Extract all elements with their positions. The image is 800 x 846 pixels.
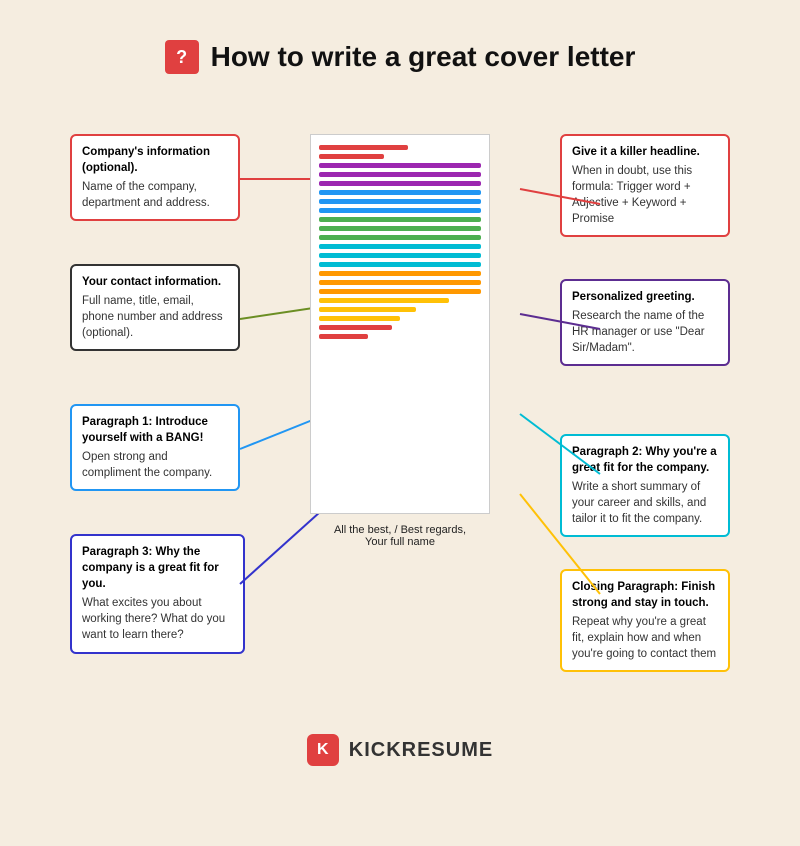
box-company-info: Company's information (optional). Name o… [70,134,240,221]
page-title: How to write a great cover letter [211,41,636,73]
kickresume-brand: KICKRESUME [349,739,493,762]
letter-document [310,134,490,514]
box-para2: Paragraph 2: Why you're a great fit for … [560,434,730,537]
box-para2-body: Write a short summary of your career and… [572,479,718,527]
box-greeting-body: Research the name of the HR manager or u… [572,308,718,356]
box-para3-body: What excites you about working there? Wh… [82,595,233,643]
letter-closing-text: All the best, / Best regards, Your full … [310,524,490,548]
box-closing: Closing Paragraph: Finish strong and sta… [560,569,730,672]
box-company-info-body: Name of the company, department and addr… [82,179,228,211]
box-para3-title: Paragraph 3: Why the company is a great … [82,544,233,592]
box-para2-title: Paragraph 2: Why you're a great fit for … [572,444,718,476]
footer: K KICKRESUME [40,734,760,776]
box-para1-title: Paragraph 1: Introduce yourself with a B… [82,414,228,446]
box-para3: Paragraph 3: Why the company is a great … [70,534,245,654]
title-icon: ? [165,40,199,74]
box-contact-info-body: Full name, title, email, phone number an… [82,293,228,341]
box-contact-info: Your contact information. Full name, tit… [70,264,240,351]
box-closing-body: Repeat why you're a great fit, explain h… [572,614,718,662]
box-headline-title: Give it a killer headline. [572,144,718,160]
box-company-info-title: Company's information (optional). [82,144,228,176]
title-area: ? How to write a great cover letter [40,40,760,74]
box-headline-body: When in doubt, use this formula: Trigger… [572,163,718,227]
kickresume-logo: K [307,734,339,766]
closing-line2: Your full name [310,536,490,548]
box-greeting: Personalized greeting. Research the name… [560,279,730,366]
box-para1-body: Open strong and compliment the company. [82,449,228,481]
box-headline: Give it a killer headline. When in doubt… [560,134,730,237]
box-contact-info-title: Your contact information. [82,274,228,290]
box-greeting-title: Personalized greeting. [572,289,718,305]
closing-line1: All the best, / Best regards, [310,524,490,536]
box-closing-title: Closing Paragraph: Finish strong and sta… [572,579,718,611]
main-container: ? How to write a great cover letter Comp [20,20,780,796]
box-para1: Paragraph 1: Introduce yourself with a B… [70,404,240,491]
diagram-area: Company's information (optional). Name o… [40,104,760,724]
